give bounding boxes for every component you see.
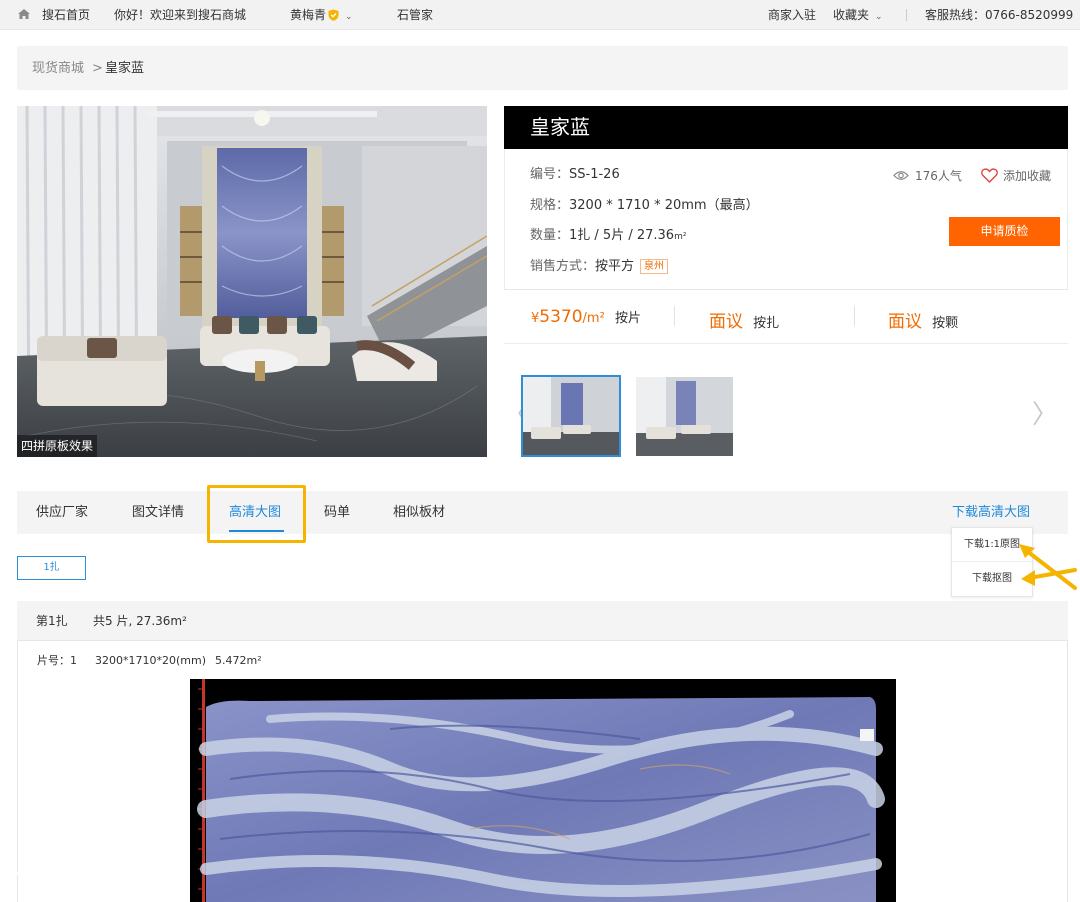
thumbnail-1[interactable] (521, 375, 621, 457)
bundle-summary: 共5 片, 27.36m² (93, 614, 187, 628)
product-title-bar: 皇家蓝 (504, 106, 1068, 149)
slab-hd-image[interactable] (190, 679, 896, 902)
price-negotiable: 面议 (709, 312, 743, 332)
eye-icon (893, 171, 909, 180)
price-value: 5370 (539, 307, 583, 327)
welcome-text: 你好！欢迎来到搜石商城 (114, 8, 247, 22)
home-link[interactable]: 搜石首页 (42, 8, 90, 22)
heart-icon (981, 168, 998, 183)
code-value: SS-1-26 (569, 167, 620, 182)
price-per-slab: ¥5370/m² 按片 (531, 307, 641, 327)
price-unit: /m² (582, 311, 605, 326)
bundle-name: 第1扎 (36, 614, 68, 628)
sale-label: 销售方式： (530, 259, 596, 274)
favorites-label: 收藏夹 (833, 8, 870, 22)
stone-manager-link[interactable]: 石管家 (397, 8, 433, 22)
product-info: 编号：SS-1-26 规格：3200 * 1710 * 20mm（最高） 数量：… (504, 149, 1068, 290)
breadcrumb: 现货商城 > 皇家蓝 (17, 46, 1068, 90)
price-negotiable: 面议 (888, 312, 922, 332)
qty-value: 1扎 / 5片 / 27.36 (569, 228, 675, 243)
divider (906, 9, 907, 21)
user-name: 黄梅青 (290, 8, 327, 22)
chevron-down-icon: ⌄ (875, 12, 883, 22)
product-code-row: 编号：SS-1-26 (530, 167, 620, 183)
price-basis: 按扎 (753, 316, 780, 331)
user-menu[interactable]: 黄梅青 ⌄ (290, 8, 353, 24)
qty-unit: m² (674, 232, 687, 242)
divider (854, 306, 855, 326)
detail-tabs: 供应厂家 图文详情 高清大图 码单 相似板材 (17, 491, 1068, 534)
breadcrumb-root[interactable]: 现货商城 (32, 61, 84, 76)
thumbnail-2[interactable] (636, 377, 733, 456)
divider (674, 306, 675, 326)
image-caption: 四拼原板效果 (17, 435, 98, 457)
main-product-image[interactable]: 四拼原板效果 (17, 106, 487, 457)
views-count: 176人气 (893, 167, 962, 184)
hotline-text: 客服热线：0766-8520999 (925, 8, 1074, 22)
add-favorite-button[interactable]: 添加收藏 (981, 167, 1051, 184)
watermark: 大数跨境 (8, 866, 128, 896)
sale-mode-row: 销售方式：按平方 泉州 (530, 259, 669, 275)
code-label: 编号： (530, 167, 570, 182)
tab-details[interactable]: 图文详情 (132, 505, 184, 520)
tab-supplier[interactable]: 供应厂家 (36, 505, 88, 520)
apply-inspection-button[interactable]: 申请质检 (949, 217, 1060, 246)
region-tag: 泉州 (640, 259, 669, 274)
price-row: ¥5370/m² 按片 面议 按扎 面议 按颗 (504, 290, 1068, 344)
slab-panel: 片号：1 3200*1710*20(mm) 5.472m² (17, 640, 1068, 902)
favorite-label: 添加收藏 (1003, 169, 1052, 183)
annotation-arrow-icon (1019, 544, 1077, 590)
merchant-join-link[interactable]: 商家入驻 (768, 8, 816, 22)
download-hd-link[interactable]: 下载高清大图 (952, 505, 1030, 520)
breadcrumb-separator: > (92, 61, 103, 76)
thumbnail-image (523, 377, 619, 455)
watermark-logo-icon (10, 870, 44, 891)
tab-similar[interactable]: 相似板材 (393, 505, 445, 520)
slab-size: 3200*1710*20(mm) (95, 654, 206, 667)
views-label: 176人气 (915, 169, 962, 183)
price-per-block: 面议 按颗 (888, 307, 958, 332)
home-icon[interactable] (17, 8, 31, 20)
product-title: 皇家蓝 (530, 115, 590, 139)
breadcrumb-current: 皇家蓝 (105, 61, 145, 76)
qty-label: 数量： (530, 228, 570, 243)
spec-value: 3200 * 1710 * 20mm（最高） (569, 198, 759, 213)
product-spec-row: 规格：3200 * 1710 * 20mm（最高） (530, 198, 759, 214)
watermark-text: 大数跨境 (48, 870, 128, 894)
room-scene-image (17, 106, 487, 457)
thumbnail-image (636, 377, 733, 456)
slab-area: 5.472m² (215, 654, 262, 667)
marble-slab-image (190, 679, 896, 902)
spec-label: 规格： (530, 198, 570, 213)
product-qty-row: 数量：1扎 / 5片 / 27.36m² (530, 228, 686, 245)
shield-badge-icon (328, 9, 339, 21)
bundle-header: 第1扎 共5 片, 27.36m² (17, 601, 1068, 640)
favorites-menu[interactable]: 收藏夹 ⌄ (833, 8, 883, 24)
tab-highlight-annotation (207, 485, 306, 543)
carousel-next-arrow[interactable]: 〉 (1032, 400, 1058, 430)
slab-number: 片号：1 (37, 654, 77, 667)
top-bar: 搜石首页 你好！欢迎来到搜石商城 黄梅青 ⌄ 石管家 商家入驻 收藏夹 ⌄ 客服热线… (0, 0, 1080, 30)
price-basis: 按片 (614, 311, 641, 326)
price-basis: 按颗 (932, 316, 959, 331)
bundle-filter-button[interactable]: 1扎 (17, 556, 86, 580)
price-per-bundle: 面议 按扎 (709, 307, 779, 332)
chevron-down-icon: ⌄ (345, 12, 353, 22)
tab-code-list[interactable]: 码单 (324, 505, 350, 520)
sale-value: 按平方 (595, 259, 635, 274)
